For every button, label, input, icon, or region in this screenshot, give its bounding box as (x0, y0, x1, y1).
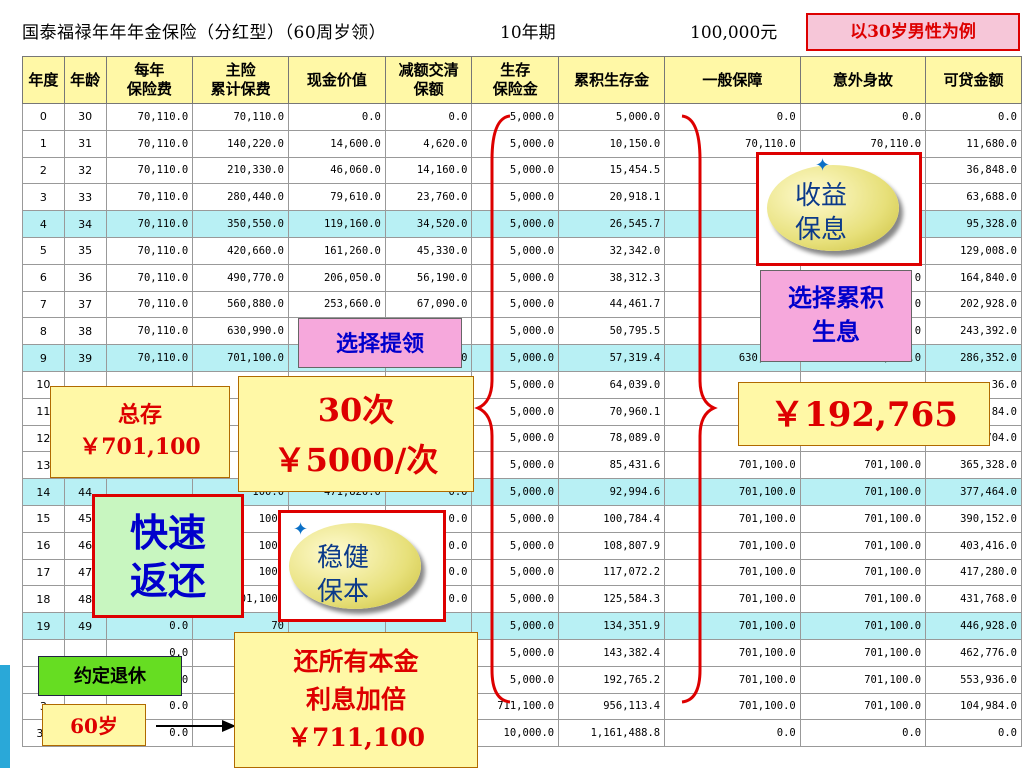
select-withdraw-box: 选择提领 (298, 318, 462, 368)
sparkle-icon: ✦ (293, 519, 309, 540)
quick-return-box: 快速 返还 (92, 494, 244, 618)
withdraw-amount-box: 30次 ￥5000/次 (238, 376, 474, 492)
income-badge: ✦ 收益 保息 (756, 152, 922, 266)
stable-line1: 稳健 (317, 543, 370, 573)
return-all-box: 还所有本金 利息加倍 ￥711,100 (234, 632, 478, 768)
retire-text: 约定退休 (74, 666, 146, 687)
age60-text: 60岁 (70, 714, 118, 738)
slide-edge-decoration (0, 665, 10, 768)
accumulate-value-box: ￥192,765 (738, 382, 990, 446)
age60-label: 60岁 (42, 704, 146, 746)
left-brace (474, 114, 511, 704)
times-text: 30次 (317, 391, 395, 429)
total-value-text: ￥701,100 (79, 434, 201, 460)
select-accum-line1: 选择累积 (788, 283, 884, 312)
stable-badge: ✦ 稳健 保本 (278, 510, 446, 622)
total-deposit-box: 总存 ￥701,100 (50, 386, 230, 478)
retire-label: 约定退休 (38, 656, 182, 696)
right-brace (681, 114, 718, 704)
select-accumulate-box: 选择累积 生息 (760, 270, 912, 362)
quick-line1: 快速 (129, 510, 206, 555)
select-accum-line2: 生息 (812, 317, 860, 346)
income-line2: 保息 (795, 215, 848, 245)
quick-line2: 返还 (129, 558, 206, 603)
accum-value-text: ￥192,765 (770, 395, 958, 435)
income-line1: 收益 (795, 181, 848, 211)
return-line3: ￥711,100 (286, 723, 426, 752)
return-line1: 还所有本金 (293, 647, 419, 676)
total-label-text: 总存 (117, 402, 162, 428)
return-line2: 利息加倍 (305, 685, 406, 714)
select-withdraw-text: 选择提领 (335, 331, 424, 357)
stable-line2: 保本 (317, 577, 370, 607)
per-time-text: ￥5000/次 (273, 441, 439, 479)
sparkle-icon: ✦ (815, 155, 831, 176)
